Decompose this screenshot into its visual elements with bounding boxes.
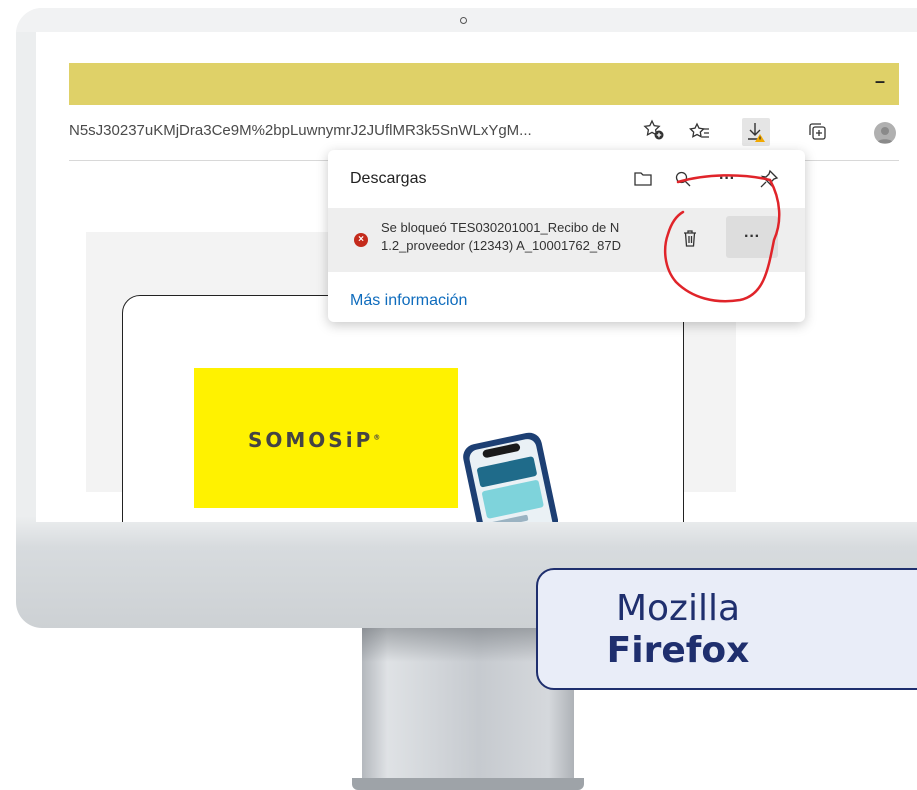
url-text[interactable]: N5sJ30237uKMjDra3Ce9M%2bpLuwnymrJ2JUflMR…: [69, 122, 532, 139]
monitor-bezel: [16, 8, 917, 32]
delete-icon[interactable]: [678, 226, 702, 250]
logo-mark: ®: [373, 433, 384, 442]
pin-icon[interactable]: [756, 166, 782, 192]
panel-title: Descargas: [350, 170, 427, 187]
callout-line2: Firefox: [606, 630, 750, 671]
logo-text: SOMOSiP: [248, 428, 374, 452]
collections-icon[interactable]: [804, 118, 832, 146]
downloads-panel: Descargas ··· × Se bloqueó TES030201001_…: [328, 150, 805, 322]
add-favorite-icon[interactable]: [642, 118, 666, 142]
more-info-link[interactable]: Más información: [350, 292, 467, 310]
browser-window: – N5sJ30237uKMjDra3Ce9M%2bpLuwnymrJ2JUfl…: [36, 32, 917, 522]
stand-base: [352, 778, 584, 790]
more-icon[interactable]: ···: [714, 166, 740, 192]
folder-icon[interactable]: [630, 166, 656, 192]
download-more-button[interactable]: ···: [726, 216, 778, 258]
favorites-icon[interactable]: [686, 118, 714, 146]
downloads-icon: [748, 123, 765, 142]
browser-callout: Mozilla Firefox: [536, 568, 917, 690]
search-icon[interactable]: [670, 166, 696, 192]
minimize-button[interactable]: –: [875, 71, 885, 92]
imac-monitor: – N5sJ30237uKMjDra3Ce9M%2bpLuwnymrJ2JUfl…: [16, 8, 917, 628]
phone-image: [463, 432, 558, 522]
download-status-text: Se bloqueó TES030201001_Recibo de N: [381, 220, 620, 235]
download-filename-text: 1.2_proveedor (12343) A_10001762_87D: [381, 238, 621, 253]
download-item[interactable]: × Se bloqueó TES030201001_Recibo de N 1.…: [328, 208, 805, 272]
somosip-logo: SOMOSiP®: [248, 428, 383, 452]
blocked-error-icon: ×: [354, 233, 368, 247]
address-bar[interactable]: N5sJ30237uKMjDra3Ce9M%2bpLuwnymrJ2JUflMR…: [36, 114, 666, 146]
downloads-button[interactable]: [742, 118, 770, 146]
profile-icon[interactable]: [874, 122, 896, 144]
callout-line1: Mozilla: [615, 588, 741, 629]
title-bar: –: [69, 63, 899, 105]
camera-icon: [460, 17, 467, 24]
